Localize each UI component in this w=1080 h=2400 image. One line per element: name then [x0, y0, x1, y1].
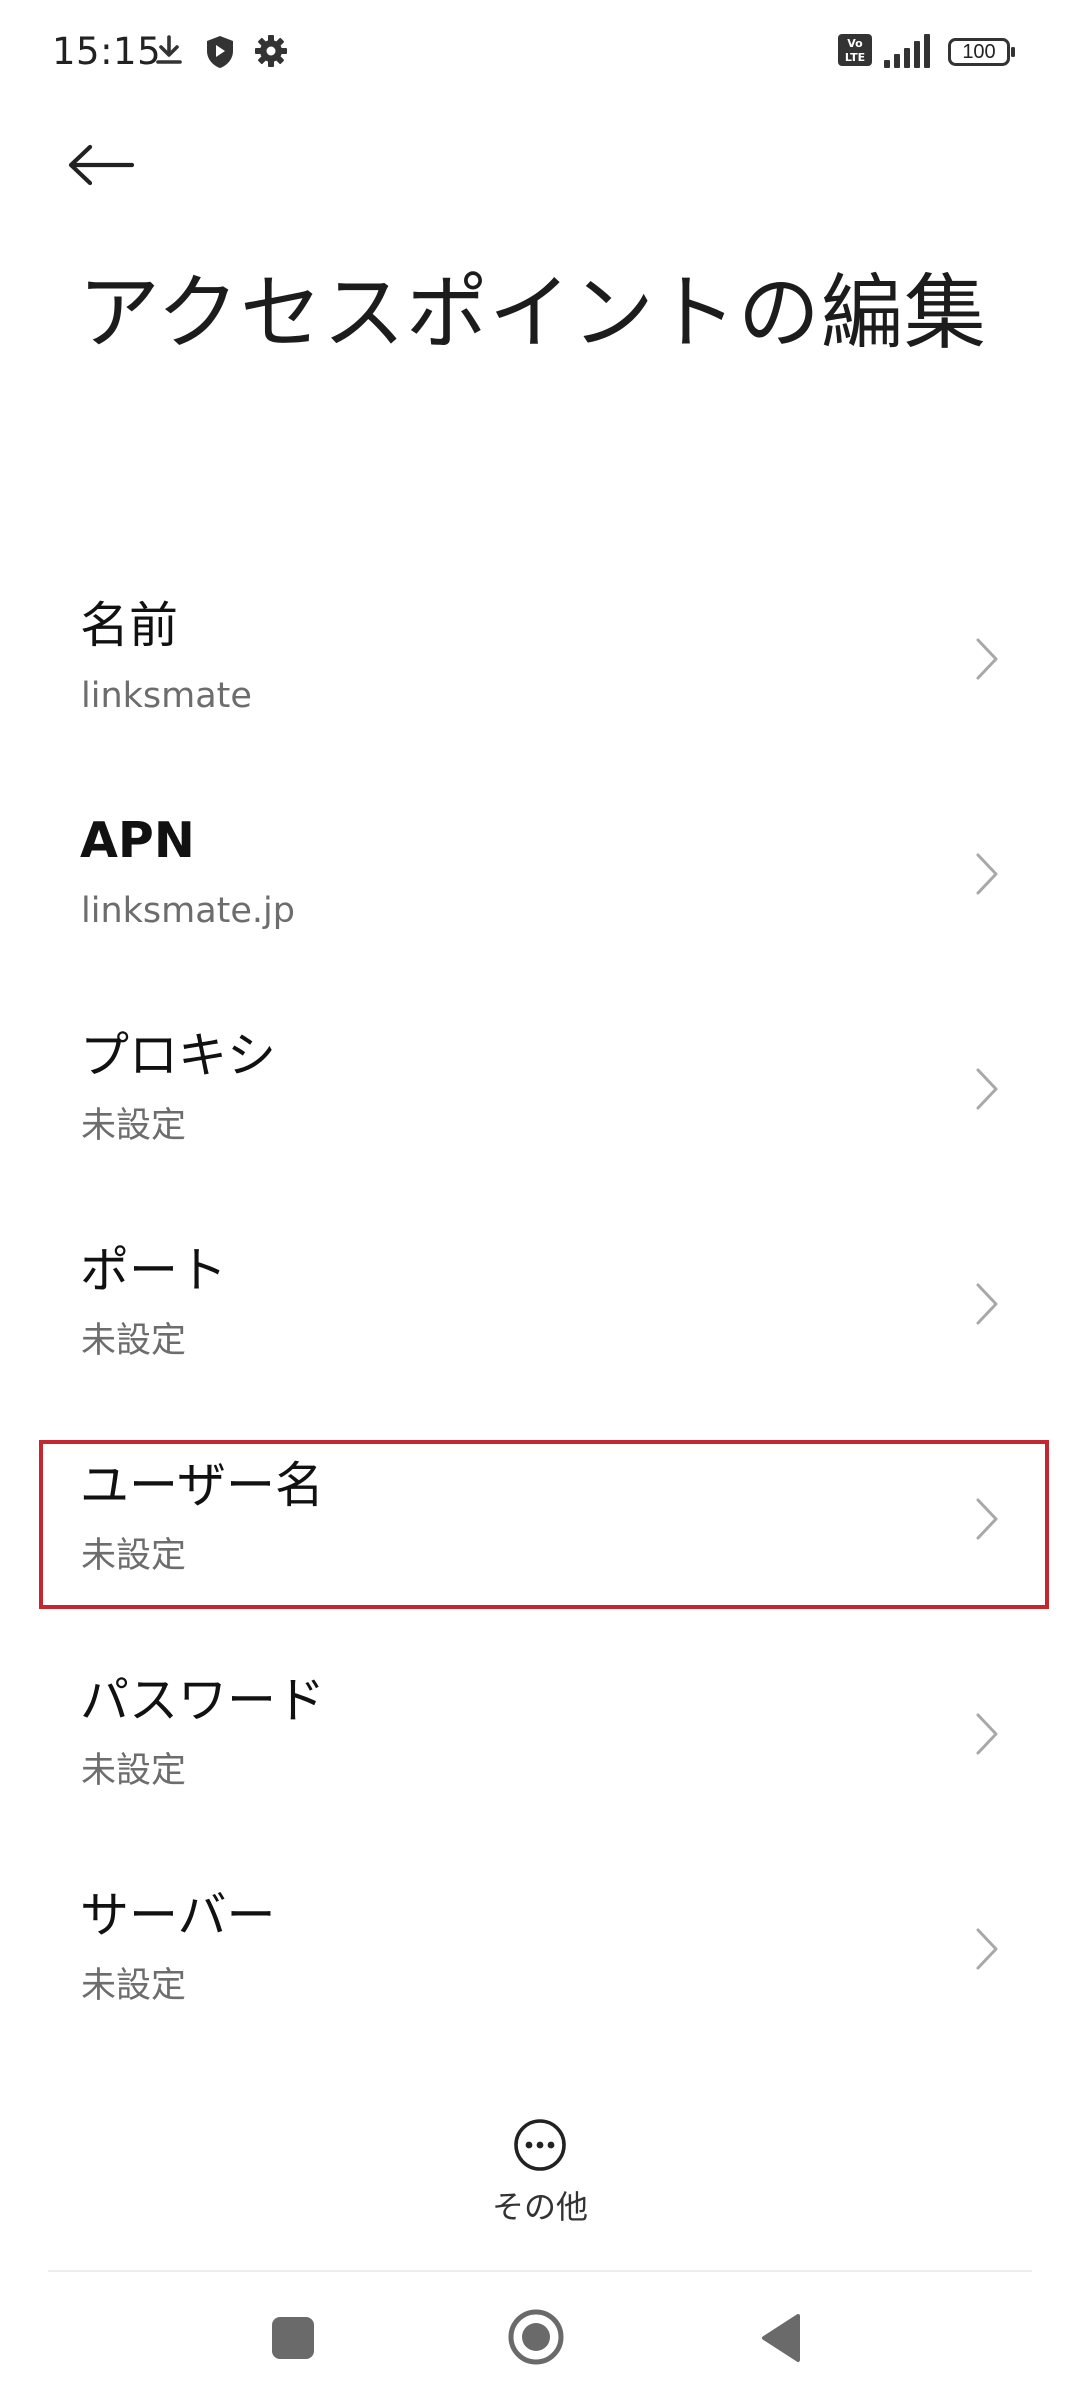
- page-title: アクセスポイントの編集: [78, 266, 987, 361]
- signal-icon: [884, 34, 930, 68]
- nav-home-button[interactable]: [507, 2308, 565, 2366]
- setting-label: 名前: [80, 597, 179, 654]
- chevron-right-icon: [976, 638, 998, 680]
- setting-item-name[interactable]: 名前 linksmate: [0, 560, 1080, 775]
- setting-value: 未設定: [81, 1751, 187, 1791]
- setting-label: ポート: [80, 1242, 228, 1299]
- more-dots-icon: [514, 2119, 566, 2171]
- more-button[interactable]: その他: [470, 2108, 610, 2228]
- volte-icon: Vo LTE: [838, 34, 872, 66]
- setting-label: APN: [80, 812, 195, 869]
- chevron-right-icon: [976, 1928, 998, 1970]
- shield-icon: [207, 36, 233, 68]
- battery-icon: 100: [948, 38, 1018, 66]
- arrow-left-icon: [68, 144, 135, 186]
- setting-value: 未設定: [81, 1966, 187, 2006]
- setting-item-password[interactable]: パスワード 未設定: [0, 1635, 1080, 1850]
- setting-item-port[interactable]: ポート 未設定: [0, 1205, 1080, 1420]
- chevron-right-icon: [976, 1068, 998, 1110]
- chevron-right-icon: [976, 853, 998, 895]
- chevron-right-icon: [976, 1498, 998, 1540]
- download-icon: [156, 35, 182, 64]
- nav-back-button[interactable]: [758, 2312, 802, 2364]
- setting-item-username[interactable]: ユーザー名 未設定: [0, 1420, 1080, 1635]
- battery-level: 100: [962, 41, 996, 63]
- status-time: 15:15: [52, 30, 162, 73]
- back-button[interactable]: [66, 130, 152, 200]
- setting-item-apn[interactable]: APN linksmate.jp: [0, 775, 1080, 990]
- svg-text:Vo: Vo: [847, 37, 863, 50]
- more-label: その他: [491, 2188, 588, 2226]
- setting-value: linksmate: [81, 676, 252, 716]
- gear-icon: [255, 35, 287, 67]
- setting-label: プロキシ: [80, 1027, 277, 1084]
- setting-item-proxy[interactable]: プロキシ 未設定: [0, 990, 1080, 1205]
- chevron-right-icon: [976, 1283, 998, 1325]
- setting-item-server[interactable]: サーバー 未設定: [0, 1850, 1080, 2065]
- setting-value: 未設定: [81, 1321, 187, 1361]
- status-bar: 15:15 Vo LTE 100: [0, 0, 1080, 110]
- setting-value: 未設定: [81, 1106, 187, 1146]
- nav-recents-button[interactable]: [272, 2317, 314, 2359]
- setting-value: 未設定: [81, 1536, 187, 1576]
- svg-text:LTE: LTE: [845, 51, 865, 64]
- setting-label: ユーザー名: [80, 1457, 325, 1514]
- setting-value: linksmate.jp: [81, 891, 295, 931]
- setting-label: パスワード: [80, 1672, 326, 1729]
- chevron-right-icon: [976, 1713, 998, 1755]
- settings-list: 名前 linksmate APN linksmate.jp プロキシ 未設定 ポ…: [0, 560, 1080, 2065]
- setting-label: サーバー: [80, 1887, 276, 1944]
- nav-divider: [48, 2270, 1032, 2272]
